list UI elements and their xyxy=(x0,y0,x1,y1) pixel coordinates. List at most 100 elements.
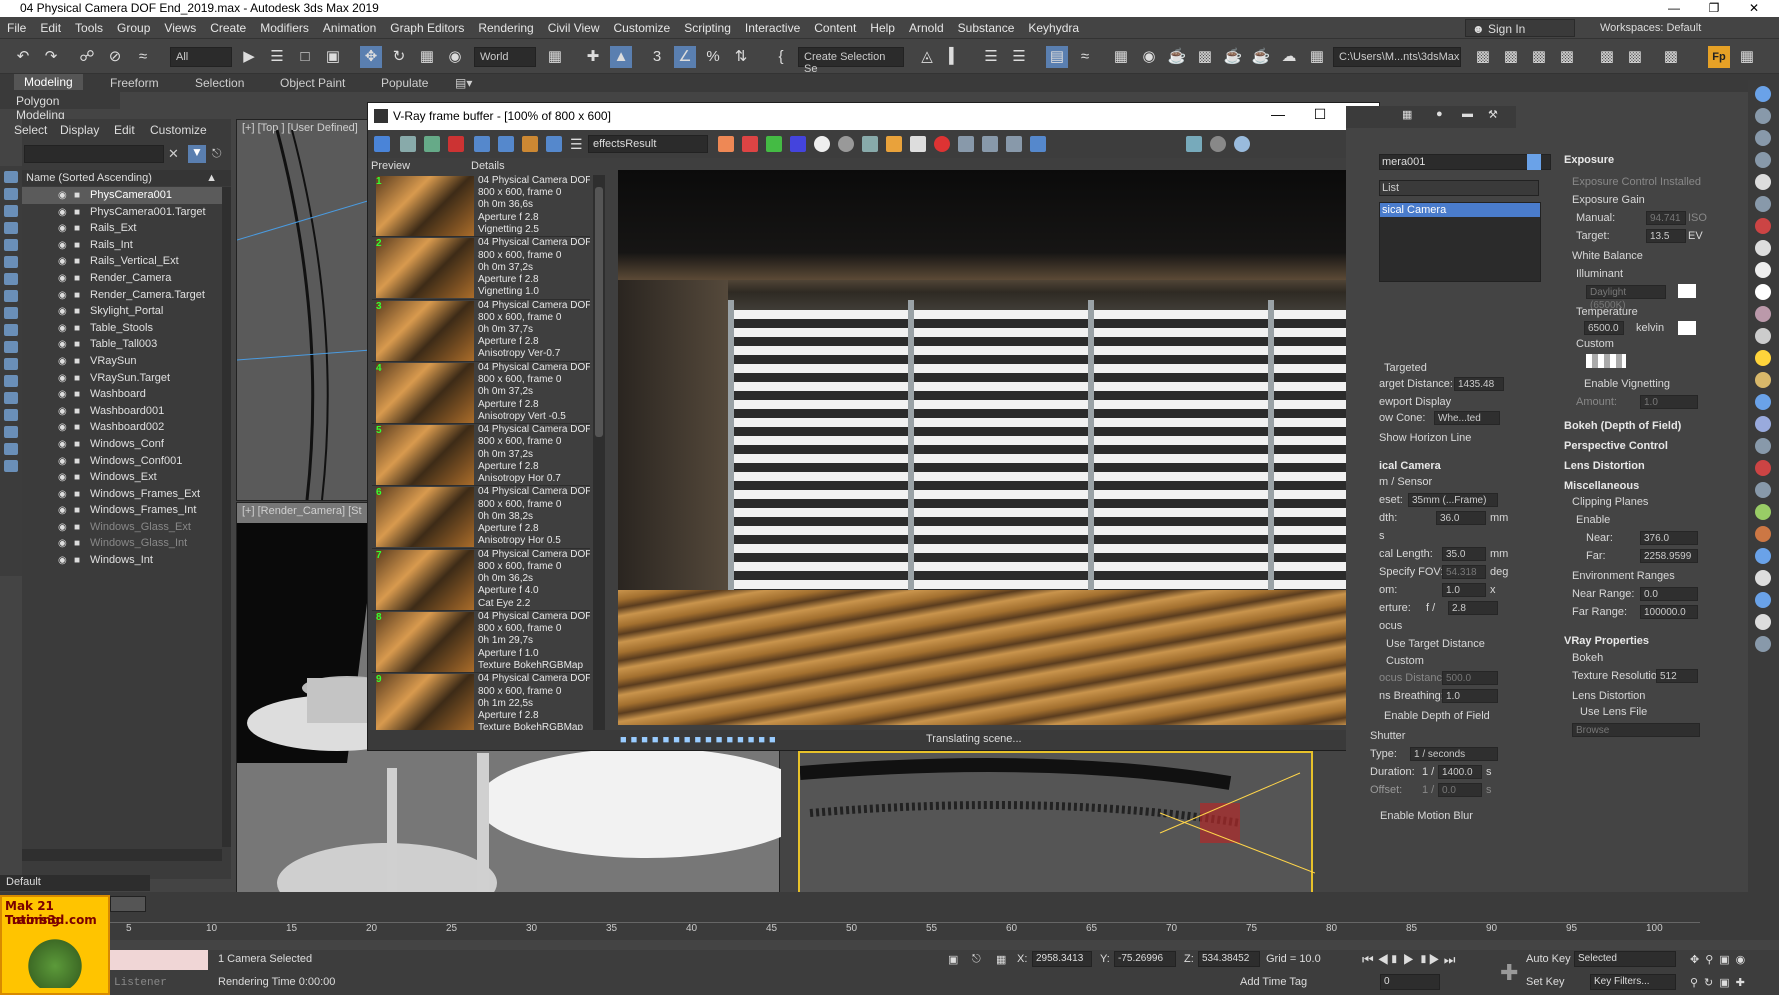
visibility-icon[interactable]: ◉ xyxy=(58,354,67,370)
scene-object-item[interactable]: ◉ ■ Table_Tall003 xyxy=(22,336,222,353)
lock-icon[interactable]: ⎋ xyxy=(212,146,222,161)
vray-toolbar-icon[interactable] xyxy=(1755,108,1771,124)
scene-object-item[interactable]: ◉ ■ Windows_Frames_Int xyxy=(22,502,222,519)
menu-edit[interactable]: Edit xyxy=(33,17,68,39)
tool-icon[interactable] xyxy=(4,239,18,251)
vfb-compare-b-icon[interactable] xyxy=(522,136,538,152)
tool-icon[interactable] xyxy=(4,392,18,404)
select-object-icon[interactable]: ▶ xyxy=(238,46,260,68)
duration-spinner[interactable]: 1400.0 xyxy=(1438,765,1482,779)
lens-breathing-spinner[interactable]: 1.0 xyxy=(1442,689,1498,703)
mirror-icon[interactable]: ◬ xyxy=(916,46,938,68)
vfb-alpha-icon[interactable] xyxy=(814,136,830,152)
railclone-icon[interactable]: ▦ xyxy=(1736,46,1758,68)
tool-icon[interactable] xyxy=(4,358,18,370)
tool-icon[interactable] xyxy=(4,188,18,200)
target-ev-radio[interactable]: Target: xyxy=(1576,230,1610,242)
vfb-mono-icon[interactable] xyxy=(838,136,854,152)
key-mode-dropdown[interactable]: Selected xyxy=(1574,951,1676,967)
project-folder-dropdown[interactable]: C:\Users\M...nts\3dsMax xyxy=(1333,47,1461,67)
auto-key-button[interactable]: Auto Key xyxy=(1526,953,1571,965)
listener-label[interactable]: Listener xyxy=(114,977,167,989)
vfb-stop-icon[interactable] xyxy=(1210,136,1226,152)
scale-icon[interactable]: ▦ xyxy=(416,46,438,68)
physical-camera-rollout[interactable]: ical Camera xyxy=(1379,460,1441,472)
modifier-list-dropdown[interactable]: List xyxy=(1379,180,1539,196)
vray-light-icon[interactable]: ▩ xyxy=(1528,46,1550,68)
scene-object-item[interactable]: ◉ ■ PhysCamera001 xyxy=(22,187,222,204)
x-coordinate[interactable]: 2958.3413 xyxy=(1032,951,1092,967)
perspective-viewport[interactable] xyxy=(798,751,1315,895)
history-item[interactable]: 3 04 Physical Camera DOF Ei800 x 600, fra… xyxy=(372,300,590,362)
edit-named-selection-icon[interactable]: { xyxy=(770,46,792,68)
render-production-icon[interactable]: ☕ xyxy=(1222,46,1244,68)
vfb-load-icon[interactable] xyxy=(424,136,440,152)
vfb-link-icon[interactable] xyxy=(1006,136,1022,152)
vray-toolbar-icon[interactable] xyxy=(1755,130,1771,146)
layer-explorer-icon[interactable]: ☰ xyxy=(1008,46,1030,68)
vfb-green-channel-icon[interactable] xyxy=(766,136,782,152)
scene-search-input[interactable] xyxy=(24,145,164,163)
scene-object-item[interactable]: ◉ ■ VRaySun.Target xyxy=(22,370,222,387)
tool-icon[interactable] xyxy=(4,409,18,421)
vray-toolbar-icon[interactable] xyxy=(1755,86,1771,102)
vray-icon[interactable]: ▩ xyxy=(1500,46,1522,68)
vfb-settings-icon[interactable] xyxy=(546,136,562,152)
unlink-icon[interactable]: ⊘ xyxy=(104,46,126,68)
y-coordinate[interactable]: -75.26996 xyxy=(1114,951,1176,967)
enable-motion-blur-checkbox[interactable]: Enable Motion Blur xyxy=(1380,810,1473,822)
visibility-icon[interactable]: ◉ xyxy=(58,520,67,536)
enable-dof-checkbox[interactable]: Enable Depth of Field xyxy=(1384,710,1490,722)
rollout-perspective-control[interactable]: Perspective Control xyxy=(1564,440,1668,452)
playback-controls[interactable]: ⏮ ◀▮ ▶ ▮▶ ⏭ xyxy=(1362,952,1455,968)
time-slider[interactable]: 5 10 15 20 25 30 35 40 45 50 55 60 65 70 75 80 85 90 95 100 xyxy=(0,892,1779,940)
history-scrollbar[interactable] xyxy=(593,175,605,735)
render-setup-icon[interactable]: ☕ xyxy=(1166,46,1188,68)
vfb-blue-channel-icon[interactable] xyxy=(790,136,806,152)
far-spinner[interactable]: 2258.9599 xyxy=(1640,549,1698,563)
maxscript-mini-listener[interactable] xyxy=(110,950,208,970)
forest-pack-icon[interactable]: Fp xyxy=(1708,46,1730,68)
tool-icon[interactable] xyxy=(4,205,18,217)
history-item[interactable]: 1 04 Physical Camera DOF Ei800 x 600, fra… xyxy=(372,175,590,238)
visibility-icon[interactable]: ◉ xyxy=(58,271,67,287)
isolate-icon[interactable]: ▣ xyxy=(948,953,958,966)
vfb-status-tools-icon[interactable]: ■■■■■■■■■■■■■■■ xyxy=(620,734,780,746)
menu-tools[interactable]: Tools xyxy=(68,17,110,39)
scene-object-item[interactable]: ◉ ■ PhysCamera001.Target xyxy=(22,204,222,221)
rect-selection-icon[interactable]: □ xyxy=(294,46,316,68)
far-range-spinner[interactable]: 100000.0 xyxy=(1640,605,1698,619)
vfb-load-image-icon[interactable] xyxy=(886,136,902,152)
scene-object-item[interactable]: ◉ ■ Rails_Vertical_Ext xyxy=(22,253,222,270)
tool-icon[interactable] xyxy=(4,222,18,234)
custom-wb-radio[interactable]: Custom xyxy=(1576,338,1614,350)
browse-button[interactable]: Browse xyxy=(1572,723,1700,737)
visibility-icon[interactable]: ◉ xyxy=(58,288,67,304)
timeline-ruler[interactable]: 5 10 15 20 25 30 35 40 45 50 55 60 65 70 75 80 85 90 95 100 xyxy=(110,922,1700,938)
temperature-spinner[interactable]: 6500.0 xyxy=(1584,321,1624,335)
menu-display[interactable]: Display xyxy=(60,123,99,137)
vray-toolbar-icon[interactable] xyxy=(1755,306,1771,322)
history-item[interactable]: 5 04 Physical Camera DOF Ei800 x 600, fra… xyxy=(372,424,590,487)
shutter-type-dropdown[interactable]: 1 / seconds xyxy=(1410,747,1498,761)
spinner-snap-icon[interactable]: ⇅ xyxy=(730,46,752,68)
scene-object-item[interactable]: ◉ ■ Render_Camera.Target xyxy=(22,287,222,304)
rollout-bokeh[interactable]: Bokeh (Depth of Field) xyxy=(1564,420,1681,432)
vfb-save-icon[interactable] xyxy=(400,136,416,152)
selection-lock-icon[interactable]: ⎋ xyxy=(972,953,981,966)
visibility-icon[interactable]: ◉ xyxy=(58,387,67,403)
named-selection-dropdown[interactable]: Create Selection Se xyxy=(798,47,904,75)
filter-icon[interactable]: ▼ xyxy=(188,145,206,163)
vfb-red-channel-icon[interactable] xyxy=(742,136,758,152)
specify-fov-checkbox[interactable]: Specify FOV: xyxy=(1379,566,1443,578)
render-cloud-icon[interactable]: ☁ xyxy=(1278,46,1300,68)
tab-modeling[interactable]: Modeling xyxy=(14,74,83,90)
tool-icon[interactable] xyxy=(4,375,18,387)
visibility-icon[interactable]: ◉ xyxy=(58,321,67,337)
tab-selection[interactable]: Selection xyxy=(195,76,244,90)
hierarchy-tab-icon[interactable]: ▦ xyxy=(1402,108,1412,121)
reference-coordinate-dropdown[interactable]: World xyxy=(474,47,536,67)
set-key-button[interactable]: Set Key xyxy=(1526,976,1565,988)
placement-icon[interactable]: ◉ xyxy=(444,46,466,68)
scene-object-item[interactable]: ◉ ■ Table_Stools xyxy=(22,320,222,337)
